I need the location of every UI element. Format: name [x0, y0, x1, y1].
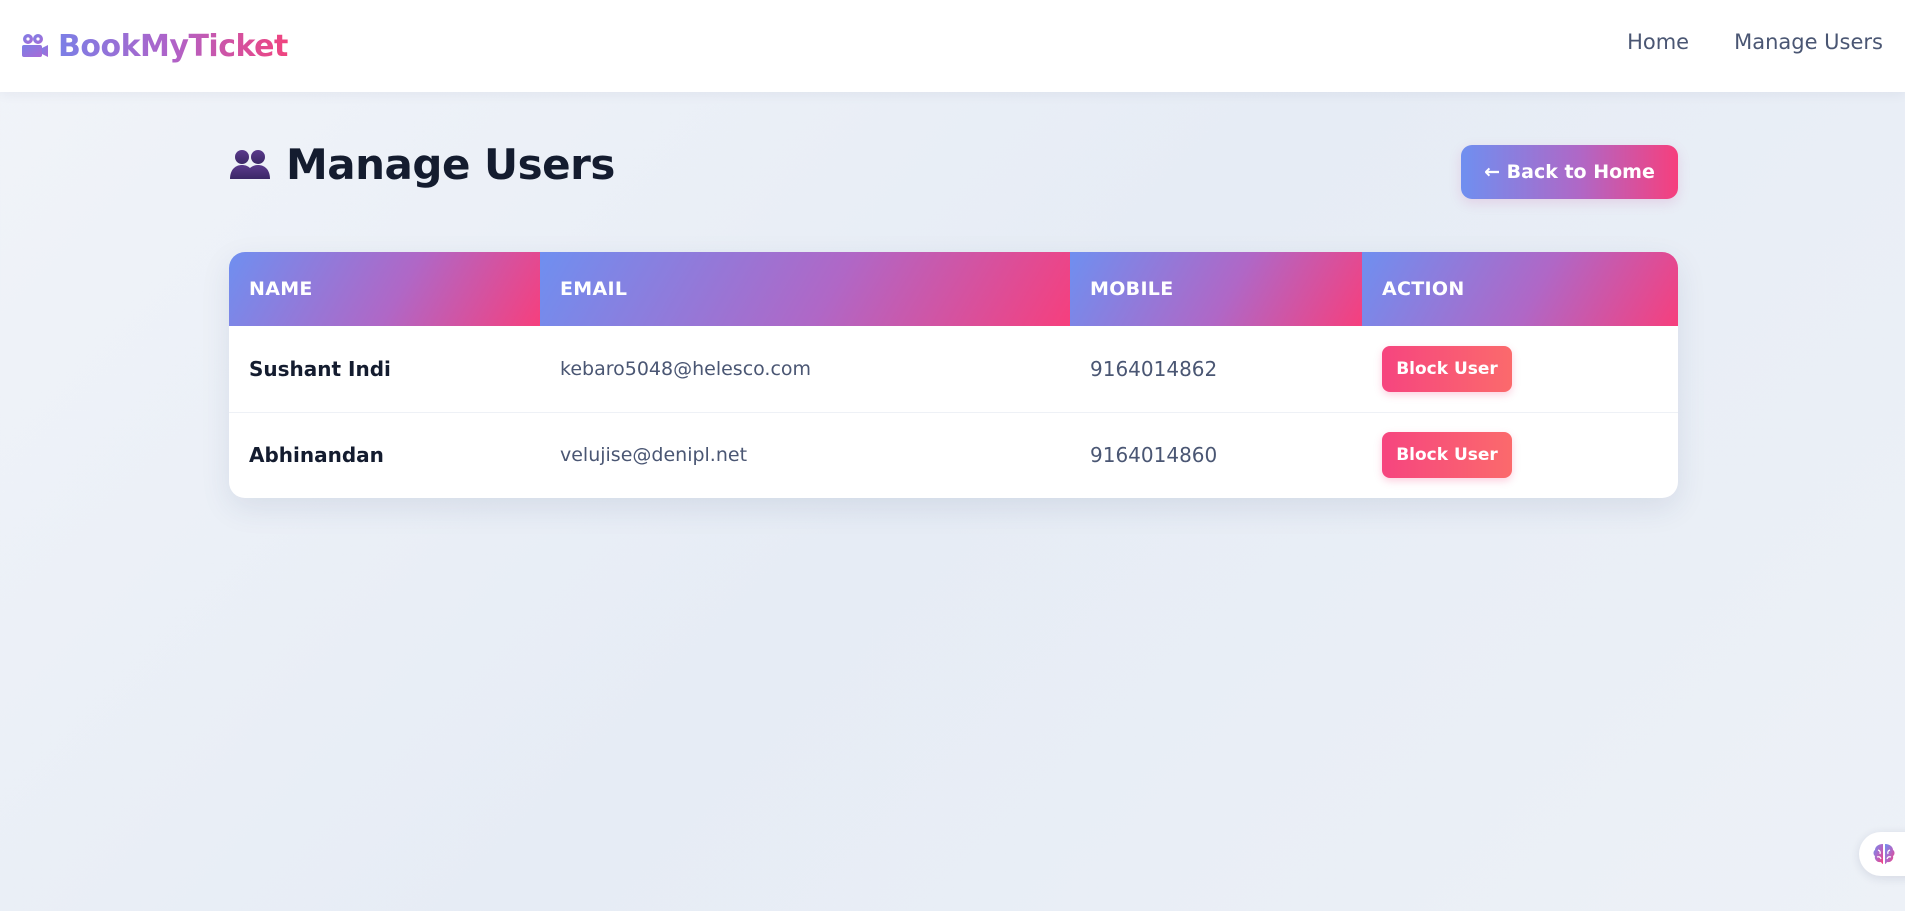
users-table-card: NAME EMAIL MOBILE ACTION Sushant Indi ke… — [229, 252, 1678, 498]
user-name: Sushant Indi — [229, 326, 540, 413]
floating-assistant-button[interactable] — [1859, 832, 1905, 876]
brand-logo-link[interactable]: BookMyTicket — [18, 26, 288, 66]
page-title: Manage Users — [286, 140, 615, 189]
user-email: velujise@denipl.net — [560, 444, 748, 467]
table-row: Abhinandan velujise@denipl.net 916401486… — [229, 412, 1678, 498]
brain-icon — [1873, 844, 1895, 864]
user-email: kebaro5048@helesco.com — [540, 326, 1070, 413]
users-icon — [230, 149, 270, 179]
user-action-cell: Block User — [1362, 412, 1678, 498]
column-header-mobile: MOBILE — [1070, 252, 1362, 326]
user-name: Abhinandan — [249, 443, 384, 468]
column-header-action: ACTION — [1362, 252, 1678, 326]
page-header: Manage Users — [228, 140, 615, 189]
column-header-email: EMAIL — [540, 252, 1070, 326]
nav-link-home[interactable]: Home — [1627, 30, 1689, 54]
nav-links: Home Manage Users — [1627, 30, 1883, 54]
back-to-home-button[interactable]: ← Back to Home — [1461, 145, 1678, 199]
user-action-cell: Block User — [1362, 326, 1678, 413]
top-navbar: BookMyTicket Home Manage Users — [0, 0, 1905, 92]
user-mobile: 9164014862 — [1070, 326, 1362, 413]
block-user-button[interactable]: Block User — [1382, 345, 1512, 392]
column-header-name: NAME — [229, 252, 540, 326]
table-row: Sushant Indi kebaro5048@helesco.com 9164… — [229, 326, 1678, 413]
user-mobile: 9164014860 — [1090, 443, 1218, 468]
block-user-button[interactable]: Block User — [1382, 432, 1512, 479]
users-table: NAME EMAIL MOBILE ACTION Sushant Indi ke… — [229, 252, 1678, 498]
movie-camera-icon — [22, 34, 48, 57]
nav-link-manage-users[interactable]: Manage Users — [1734, 30, 1883, 54]
table-header-row: NAME EMAIL MOBILE ACTION — [229, 252, 1678, 326]
brand-name: BookMyTicket — [58, 28, 288, 64]
